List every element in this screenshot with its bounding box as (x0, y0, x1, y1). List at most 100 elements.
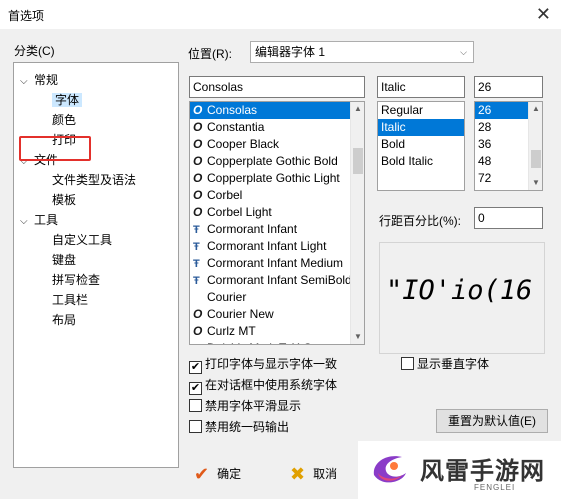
tree-item-label: 字体 (52, 93, 83, 107)
chevron-down-icon: ⌵ (460, 47, 467, 57)
checkbox-box[interactable] (189, 399, 202, 412)
font-name: Corbel Light (207, 205, 272, 219)
font-list-scrollbar[interactable]: ▲ ▼ (350, 102, 364, 344)
list-item[interactable]: ŦDejaVu Math TeX Gyre (190, 340, 364, 344)
list-item[interactable]: O Corbel (190, 187, 364, 204)
category-label: 分类(C) (14, 44, 55, 58)
list-item[interactable]: O Copperplate Gothic Bold (190, 153, 364, 170)
checkbox-label: 打印字体与显示字体一致 (205, 357, 338, 371)
font-style-list[interactable]: Regular Italic Bold Bold Italic (377, 101, 465, 191)
font-name: Cormorant Infant Light (207, 239, 327, 253)
font-list[interactable]: O Consolas O Constantia O Cooper Black O Copper… (189, 101, 365, 345)
opentype-font-icon: O (193, 120, 203, 134)
checkbox-box[interactable]: ✔ (189, 361, 202, 374)
tree-item-label: 模板 (52, 193, 77, 207)
scroll-thumb[interactable] (353, 148, 363, 174)
cancel-button[interactable]: ✖ 取消 (290, 460, 337, 488)
truetype-font-icon: Ŧ (193, 275, 200, 287)
list-item[interactable]: Ŧ Cormorant Infant Medium (190, 255, 364, 272)
chevron-down-icon[interactable]: ⌵ (20, 212, 34, 231)
watermark: 风雷手游网 FENGLEI (358, 441, 561, 499)
tree-item[interactable]: 颜色 (52, 111, 76, 130)
font-name: Corbel (207, 188, 243, 202)
list-item[interactable]: O Constantia (190, 119, 364, 136)
tree-item[interactable]: ⌵ 工具 (20, 211, 58, 230)
font-name: Courier New (207, 307, 274, 321)
print-same-checkbox[interactable]: ✔ 打印字体与显示字体一致 (189, 355, 338, 374)
font-size-list[interactable]: 26 28 36 48 72 ▲ ▼ (474, 101, 543, 191)
tree-item[interactable]: 自定义工具 (52, 231, 112, 250)
font-name: Curlz MT (207, 324, 256, 338)
no-smoothing-checkbox[interactable]: 禁用字体平滑显示 (189, 397, 301, 415)
list-item[interactable]: O Copperplate Gothic Light (190, 170, 364, 187)
window-title: 首选项 (8, 9, 45, 23)
vertical-font-checkbox[interactable]: 显示垂直字体 (401, 355, 489, 373)
list-item[interactable]: Italic (378, 119, 464, 136)
opentype-font-icon: O (193, 324, 203, 338)
scroll-down-icon[interactable]: ▼ (351, 330, 364, 344)
tree-item[interactable]: 键盘 (52, 251, 76, 270)
checkbox-box[interactable] (401, 357, 414, 370)
checkbox-box[interactable]: ✔ (189, 382, 202, 395)
list-item[interactable]: O Courier New (190, 306, 364, 323)
tree-item[interactable]: 模板 (52, 191, 76, 210)
tree-item[interactable]: 工具栏 (52, 291, 88, 310)
watermark-subtext: FENGLEI (474, 483, 516, 492)
font-style-field[interactable]: Italic (377, 76, 465, 98)
list-item[interactable]: Ŧ Cormorant Infant Light (190, 238, 364, 255)
font-preview: "IO'io(16 (379, 242, 545, 354)
close-icon[interactable]: ✕ (536, 4, 551, 25)
scroll-down-icon[interactable]: ▼ (529, 176, 542, 190)
list-item[interactable]: Regular (378, 102, 464, 119)
list-item[interactable]: Courier (190, 289, 364, 306)
category-tree[interactable]: ⌵ 常规 字体 颜色 打印 ⌵ 文件 文件类型及语法 模板 ⌵ 工具 自定义工具 键盘 拼写检查 工具栏 布局 (13, 62, 179, 468)
preferences-dialog: 分类(C) ⌵ 常规 字体 颜色 打印 ⌵ 文件 文件类型及语法 模板 ⌵ 工具 自定义工具 键盘 拼写检… (0, 30, 561, 499)
checkbox-box[interactable] (189, 420, 202, 433)
list-item[interactable]: Bold (378, 136, 464, 153)
line-spacing-input[interactable]: 0 (474, 207, 543, 229)
tree-item[interactable]: 布局 (52, 311, 76, 330)
tree-item[interactable]: 文件类型及语法 (52, 171, 136, 190)
list-item[interactable]: O Corbel Light (190, 204, 364, 221)
list-item[interactable]: Bold Italic (378, 153, 464, 170)
list-item[interactable]: Ŧ Cormorant Infant (190, 221, 364, 238)
tree-item[interactable]: ⌵ 常规 (20, 71, 58, 90)
scroll-up-icon[interactable]: ▲ (351, 102, 364, 116)
tree-item[interactable]: 拼写检查 (52, 271, 100, 290)
position-value: 编辑器字体 1 (255, 45, 326, 59)
list-item[interactable]: O Curlz MT (190, 323, 364, 340)
checkmark-icon: ✔ (194, 464, 210, 484)
font-name: DejaVu Math TeX Gyre (207, 341, 329, 344)
tree-item-label: 颜色 (52, 113, 77, 127)
font-size-field[interactable]: 26 (474, 76, 543, 98)
watermark-text: 风雷手游网 (420, 458, 545, 485)
opentype-font-icon: O (193, 137, 203, 151)
list-item[interactable]: O Consolas (190, 102, 364, 119)
no-unicode-checkbox[interactable]: 禁用统一码输出 (189, 418, 289, 436)
checkbox-label: 在对话框中使用系统字体 (205, 378, 338, 392)
tree-item-label: 文件类型及语法 (52, 173, 137, 187)
reset-default-button[interactable]: 重置为默认值(E) (436, 409, 548, 433)
list-item[interactable]: O Cooper Black (190, 136, 364, 153)
scroll-up-icon[interactable]: ▲ (529, 102, 542, 116)
size-list-scrollbar[interactable]: ▲ ▼ (528, 102, 542, 190)
font-name: Cormorant Infant SemiBold (207, 273, 352, 287)
opentype-font-icon: O (193, 307, 203, 321)
position-select[interactable]: 编辑器字体 1 ⌵ (250, 41, 474, 63)
tree-item[interactable]: 字体 (52, 91, 83, 110)
cancel-label: 取消 (313, 467, 338, 481)
title-bar: 首选项 ✕ (0, 0, 561, 30)
tree-item-label: 工具栏 (52, 293, 89, 307)
chevron-down-icon[interactable]: ⌵ (20, 72, 34, 91)
font-name: Cormorant Infant (207, 222, 298, 236)
font-name-field[interactable]: Consolas (189, 76, 365, 98)
highlight-box (19, 136, 91, 161)
ok-button[interactable]: ✔ 确定 (194, 460, 241, 488)
list-item[interactable]: Ŧ Cormorant Infant SemiBold (190, 272, 364, 289)
scroll-thumb[interactable] (531, 150, 541, 168)
watermark-logo-icon (373, 456, 406, 483)
checkbox-label: 显示垂直字体 (417, 357, 490, 371)
system-font-checkbox[interactable]: ✔ 在对话框中使用系统字体 (189, 376, 338, 395)
font-name: Copperplate Gothic Bold (207, 154, 338, 168)
tree-item-label: 布局 (52, 313, 77, 327)
